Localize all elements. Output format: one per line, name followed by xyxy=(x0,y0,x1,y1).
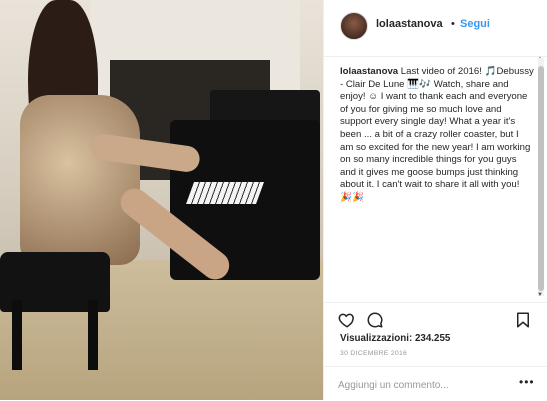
bench-leg xyxy=(12,300,22,370)
comment-icon[interactable] xyxy=(366,311,384,329)
heart-icon[interactable] xyxy=(338,311,356,329)
scroll-down-arrow-icon[interactable]: ▼ xyxy=(537,292,543,298)
pianist-dress xyxy=(20,95,140,265)
username-link[interactable]: lolaastanova xyxy=(376,18,443,30)
caption-username[interactable]: lolaastanova xyxy=(340,66,398,77)
bench-leg xyxy=(88,300,98,370)
post-date: 30 DICEMBRE 2016 xyxy=(340,350,408,357)
bookmark-icon[interactable] xyxy=(514,311,532,329)
follow-button[interactable]: Segui xyxy=(460,18,490,30)
post-caption: lolaastanova Last video of 2016! 🎵Debuss… xyxy=(340,66,534,205)
caption-text: Last video of 2016! 🎵Debussy - Clair De … xyxy=(340,66,534,203)
piano-keys xyxy=(185,182,265,204)
post-side-panel: lolaastanova • Segui lolaastanova Last v… xyxy=(323,0,547,400)
post-header: lolaastanova • Segui xyxy=(324,0,547,57)
caption-scrollbar[interactable] xyxy=(538,58,544,296)
comment-bar: ••• xyxy=(324,366,547,401)
view-count[interactable]: Visualizzazioni: 234.255 xyxy=(340,333,450,344)
scrollbar-thumb[interactable] xyxy=(538,66,544,291)
avatar[interactable] xyxy=(340,12,368,40)
separator-dot: • xyxy=(451,18,455,30)
comment-input[interactable] xyxy=(338,377,508,393)
post-video[interactable] xyxy=(0,0,323,400)
more-options-icon[interactable]: ••• xyxy=(519,375,535,389)
